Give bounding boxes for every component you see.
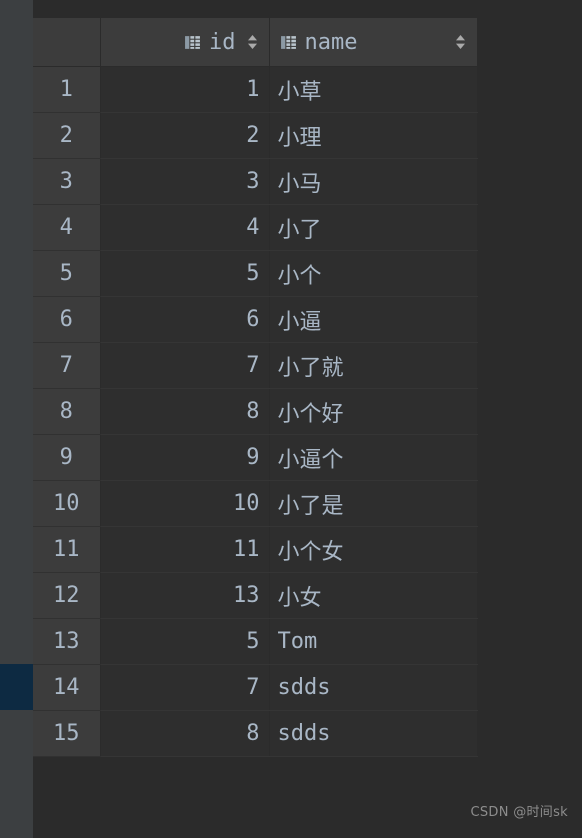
- cell-name[interactable]: 小了是: [269, 480, 478, 527]
- cell-id[interactable]: 9: [100, 434, 270, 481]
- table-row[interactable]: 2 2 小理: [33, 112, 478, 159]
- table-row[interactable]: 4 4 小了: [33, 204, 478, 251]
- table-row[interactable]: 7 7 小了就: [33, 342, 478, 389]
- row-number-cell[interactable]: 1: [33, 66, 101, 113]
- sort-up-down-icon[interactable]: [454, 32, 467, 52]
- cell-name[interactable]: 小逼: [269, 296, 478, 343]
- row-number-cell[interactable]: 4: [33, 204, 101, 251]
- cell-name[interactable]: Tom: [269, 618, 478, 665]
- table-row[interactable]: 14 7 sdds: [33, 664, 478, 711]
- cell-id[interactable]: 1: [100, 66, 270, 113]
- cell-id[interactable]: 7: [100, 664, 270, 711]
- table-column-icon: [185, 35, 200, 49]
- cell-id[interactable]: 7: [100, 342, 270, 389]
- cell-id[interactable]: 2: [100, 112, 270, 159]
- cell-name[interactable]: 小个女: [269, 526, 478, 573]
- grid-body: 1 1 小草 2 2 小理 3 3 小马 4 4 小了 5 5 小个 6 6 小逼 7 7 小了就 8 8 小个好 9 9 小逼个 1…: [33, 66, 478, 757]
- cell-id[interactable]: 5: [100, 250, 270, 297]
- cell-id[interactable]: 6: [100, 296, 270, 343]
- column-header-name[interactable]: name: [269, 18, 478, 67]
- table-row[interactable]: 15 8 sdds: [33, 710, 478, 757]
- cell-name[interactable]: sdds: [269, 710, 478, 757]
- watermark-label: CSDN @时间sk: [470, 805, 568, 820]
- main-panel: id name 1 1 小草 2 2 小理 3 3 小马 4 4 小了 5 5 …: [33, 0, 582, 838]
- cell-name[interactable]: 小逼个: [269, 434, 478, 481]
- table-row[interactable]: 3 3 小马: [33, 158, 478, 205]
- table-row[interactable]: 12 13 小女: [33, 572, 478, 619]
- header-row: id name: [33, 18, 478, 67]
- cell-name[interactable]: 小个好: [269, 388, 478, 435]
- result-grid-window: id name 1 1 小草 2 2 小理 3 3 小马 4 4 小了 5 5 …: [0, 0, 582, 838]
- row-number-cell[interactable]: 10: [33, 480, 101, 527]
- table-row[interactable]: 6 6 小逼: [33, 296, 478, 343]
- row-number-cell[interactable]: 12: [33, 572, 101, 619]
- cell-id[interactable]: 10: [100, 480, 270, 527]
- column-header-id-label: id: [209, 29, 236, 55]
- cell-id[interactable]: 5: [100, 618, 270, 665]
- table-row[interactable]: 13 5 Tom: [33, 618, 478, 665]
- table-row[interactable]: 8 8 小个好: [33, 388, 478, 435]
- sort-up-down-icon[interactable]: [246, 32, 259, 52]
- grid-top-strip: [33, 0, 582, 18]
- table-row[interactable]: 11 11 小个女: [33, 526, 478, 573]
- table-row[interactable]: 5 5 小个: [33, 250, 478, 297]
- row-number-cell[interactable]: 9: [33, 434, 101, 481]
- cell-id[interactable]: 4: [100, 204, 270, 251]
- table-row[interactable]: 1 1 小草: [33, 66, 478, 113]
- row-number-cell[interactable]: 6: [33, 296, 101, 343]
- editor-left-gutter: [0, 0, 33, 838]
- row-number-cell[interactable]: 5: [33, 250, 101, 297]
- cell-name[interactable]: 小草: [269, 66, 478, 113]
- row-number-cell[interactable]: 3: [33, 158, 101, 205]
- table-row[interactable]: 10 10 小了是: [33, 480, 478, 527]
- cell-name[interactable]: 小马: [269, 158, 478, 205]
- gutter-row-marker[interactable]: [0, 664, 33, 710]
- cell-id[interactable]: 8: [100, 388, 270, 435]
- row-number-cell[interactable]: 11: [33, 526, 101, 573]
- data-grid: id name 1 1 小草 2 2 小理 3 3 小马 4 4 小了 5 5 …: [33, 18, 478, 757]
- grid-header: id name: [33, 18, 478, 67]
- row-number-cell[interactable]: 15: [33, 710, 101, 757]
- cell-id[interactable]: 3: [100, 158, 270, 205]
- cell-name[interactable]: 小女: [269, 572, 478, 619]
- row-number-cell[interactable]: 8: [33, 388, 101, 435]
- row-number-cell[interactable]: 14: [33, 664, 101, 711]
- table-row[interactable]: 9 9 小逼个: [33, 434, 478, 481]
- row-number-cell[interactable]: 7: [33, 342, 101, 389]
- header-rownum-corner[interactable]: [33, 18, 101, 67]
- cell-name[interactable]: 小了: [269, 204, 478, 251]
- column-header-id[interactable]: id: [100, 18, 270, 67]
- row-number-cell[interactable]: 13: [33, 618, 101, 665]
- cell-name[interactable]: 小理: [269, 112, 478, 159]
- cell-id[interactable]: 11: [100, 526, 270, 573]
- data-grid-container[interactable]: id name 1 1 小草 2 2 小理 3 3 小马 4 4 小了 5 5 …: [33, 18, 582, 757]
- table-column-icon: [280, 35, 296, 49]
- cell-name[interactable]: sdds: [269, 664, 478, 711]
- row-number-cell[interactable]: 2: [33, 112, 101, 159]
- cell-name[interactable]: 小个: [269, 250, 478, 297]
- cell-name[interactable]: 小了就: [269, 342, 478, 389]
- cell-id[interactable]: 13: [100, 572, 270, 619]
- column-header-name-label: name: [304, 29, 358, 55]
- cell-id[interactable]: 8: [100, 710, 270, 757]
